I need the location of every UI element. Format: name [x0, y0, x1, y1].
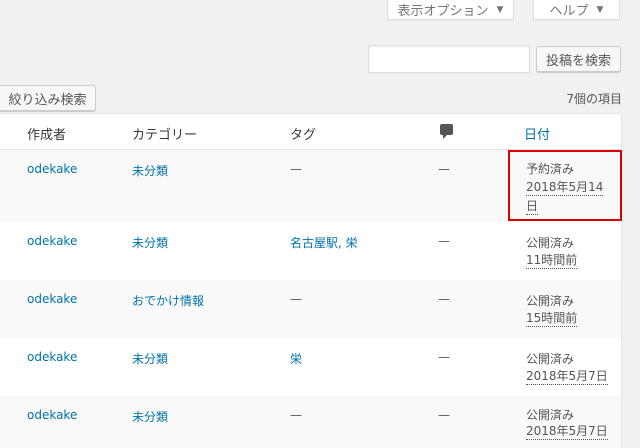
highlight-box [508, 150, 622, 221]
item-count: 7個の項目 [566, 92, 622, 106]
screen-options-tab[interactable]: 表示オプション ▼ [387, 0, 514, 20]
row-date-line1: 2018年5月7日 [526, 369, 608, 385]
row-status: 公開済み [526, 294, 575, 308]
row-date-line1: 2018年5月7日 [526, 424, 608, 440]
filter-button[interactable]: 絞り込み検索 [0, 85, 96, 111]
row-status: 公開済み [526, 352, 575, 366]
row-comments: — [438, 350, 450, 364]
row-comments: — [438, 162, 450, 176]
row-date: 15時間前 [526, 311, 578, 327]
row-author[interactable]: odekake [27, 292, 77, 306]
column-author: 作成者 [27, 128, 67, 143]
row-comments: — [438, 292, 450, 306]
row-status: 公開済み [526, 236, 575, 250]
row-date-line1: 11時間前 [526, 253, 578, 269]
screen-options-label: 表示オプション [397, 4, 489, 19]
search-posts-button[interactable]: 投稿を検索 [536, 46, 621, 72]
column-categories: カテゴリー [132, 128, 198, 143]
column-date-sort[interactable]: 日付 [524, 124, 550, 143]
row-status: 公開済み [526, 408, 575, 422]
row-date: 2018年5月7日 [526, 424, 608, 440]
table-row: odekake 未分類 名古屋駅, 栄 — 公開済み 11時間前 [0, 222, 621, 280]
row-date: 2018年5月7日 [526, 369, 608, 385]
row-tags: — [290, 292, 302, 306]
table-header: 作成者 カテゴリー タグ 日付 [0, 114, 621, 150]
row-author[interactable]: odekake [27, 350, 77, 364]
filter-button-label: 絞り込み検索 [8, 92, 87, 108]
row-comments: — [438, 408, 450, 422]
row-date-line1: 15時間前 [526, 311, 578, 327]
row-category[interactable]: 未分類 [132, 350, 168, 367]
row-author[interactable]: odekake [27, 162, 77, 176]
row-tags[interactable]: 名古屋駅, 栄 [290, 234, 358, 251]
row-category[interactable]: 未分類 [132, 408, 168, 425]
table-row: odekake おでかけ情報 — — 公開済み 15時間前 [0, 280, 621, 338]
table-row: odekake 未分類 — — 公開済み 2018年5月7日 [0, 396, 621, 448]
chevron-down-icon: ▼ [496, 4, 504, 15]
row-category[interactable]: 未分類 [132, 234, 168, 251]
search-input[interactable] [368, 45, 530, 73]
row-tags: — [290, 408, 302, 422]
row-tags: — [290, 162, 302, 176]
column-tags: タグ [290, 128, 317, 143]
search-posts-button-label: 投稿を検索 [545, 53, 611, 69]
row-author[interactable]: odekake [27, 234, 77, 248]
help-tab[interactable]: ヘルプ ▼ [533, 0, 620, 20]
row-date: 11時間前 [526, 253, 578, 269]
row-comments: — [438, 234, 450, 248]
table-row: odekake 未分類 栄 — 公開済み 2018年5月7日 [0, 338, 621, 396]
chevron-down-icon: ▼ [596, 4, 604, 15]
help-label: ヘルプ [549, 4, 589, 19]
row-category[interactable]: おでかけ情報 [132, 292, 204, 309]
row-category[interactable]: 未分類 [132, 162, 168, 179]
comment-bubble-icon[interactable] [440, 124, 453, 139]
row-tags[interactable]: 栄 [290, 350, 302, 367]
row-author[interactable]: odekake [27, 408, 77, 422]
